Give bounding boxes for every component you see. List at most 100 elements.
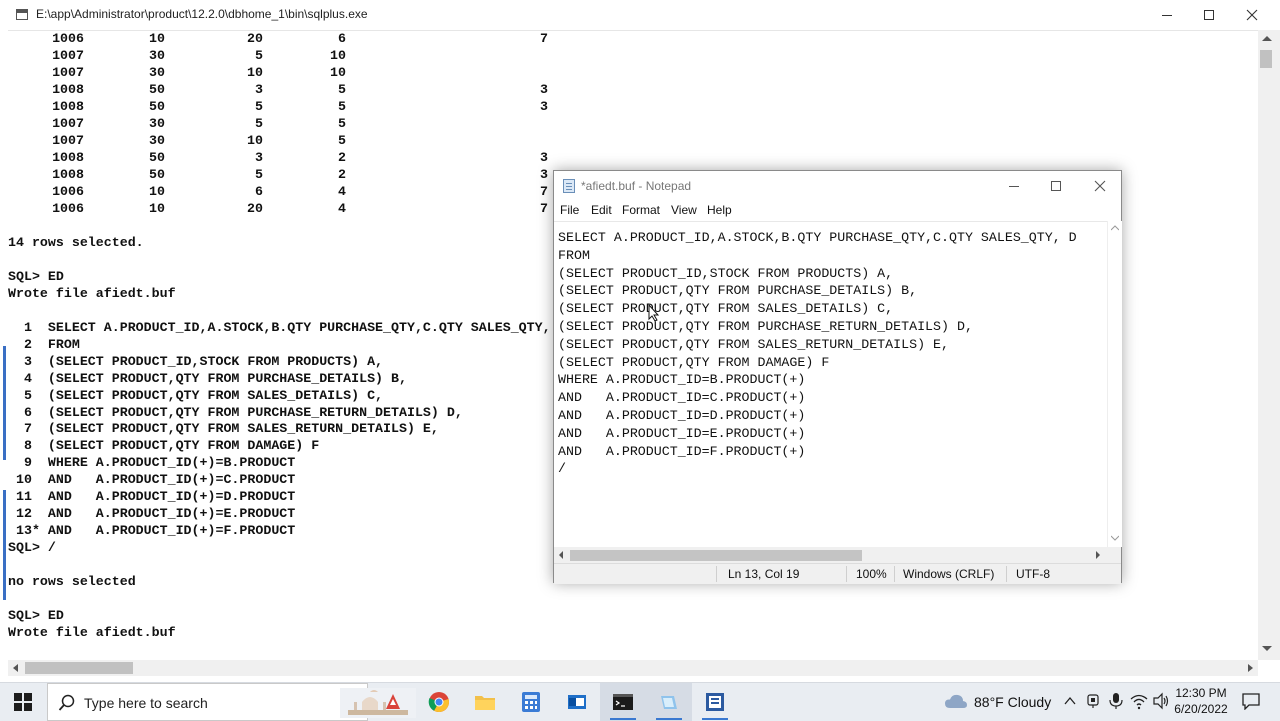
chevron-up-icon[interactable] [1064,696,1076,706]
console-hscroll-thumb[interactable] [25,662,133,674]
table-cell: 10 [330,48,346,63]
scroll-right-arrow-icon[interactable] [1248,664,1253,672]
notepad-titlebar[interactable]: *afiedt.buf - Notepad [554,171,1121,201]
network-status-icon[interactable] [1085,693,1101,709]
menu-edit[interactable]: Edit [591,203,612,217]
system-clock[interactable]: 12:30 PM 6/20/2022 [1172,685,1230,717]
taskbar-app-calculator[interactable] [508,683,554,721]
console-line: SQL> ED [8,607,64,623]
table-cell: 10 [247,65,263,80]
windows-logo-icon [14,693,32,711]
table-row: 1007 30 10 10 [8,64,568,81]
console-horizontal-scrollbar[interactable] [8,660,1258,676]
table-row: 1008 50 3 2 3 [8,149,568,166]
table-row: 1007 30 5 10 [8,47,568,64]
table-cell: 1007 [52,116,84,131]
menu-help[interactable]: Help [707,203,732,217]
start-button[interactable] [0,683,46,721]
clock-time: 12:30 PM [1175,686,1227,700]
console-line: Wrote file afiedt.buf [8,285,176,301]
table-cell: 20 [247,201,263,216]
table-cell: 7 [540,184,548,199]
console-maximize-button[interactable] [1187,0,1231,30]
console-app-icon [16,9,28,20]
notepad-menubar: File Edit Format View Help [554,201,1121,221]
table-cell: 4 [338,201,346,216]
scroll-left-arrow-icon[interactable] [558,551,564,559]
console-line: 10 AND A.PRODUCT_ID(+)=C.PRODUCT [8,472,296,488]
notepad-close-button[interactable] [1078,171,1122,201]
weather-text[interactable]: 88°F Cloudy [974,694,1051,710]
table-cell: 30 [149,65,165,80]
notification-center-icon[interactable] [1241,692,1261,710]
table-cell: 3 [540,150,548,165]
taskbar-app-rocket[interactable] [370,683,416,721]
table-row: 1007 30 5 5 [8,115,568,132]
table-cell: 5 [338,133,346,148]
scroll-right-arrow-icon[interactable] [1095,551,1101,559]
wifi-icon[interactable] [1130,692,1148,710]
search-placeholder: Type here to search [84,695,208,711]
cloud-weather-icon[interactable] [944,692,968,710]
console-line: SQL> ED [8,268,64,284]
notepad-text-line: FROM [558,247,590,263]
taskbar-app-notepad[interactable] [646,683,692,721]
notepad-hscroll-thumb[interactable] [570,550,862,561]
notepad-maximize-button[interactable] [1034,171,1078,201]
calculator-icon [522,692,540,712]
notepad-minimize-button[interactable] [992,171,1036,201]
console-line: 1 SELECT A.PRODUCT_ID,A.STOCK,B.QTY PURC… [8,319,591,335]
notepad-text-line: AND A.PRODUCT_ID=D.PRODUCT(+) [558,408,806,423]
microphone-icon[interactable] [1108,692,1124,710]
scroll-down-arrow-icon[interactable] [1262,646,1272,651]
rocket-app-icon [386,694,400,709]
status-cursor-position: Ln 13, Col 19 [728,567,800,581]
notepad-title: *afiedt.buf - Notepad [581,179,692,193]
console-line: SQL> / [8,540,56,556]
status-separator [1006,566,1007,582]
console-close-button[interactable] [1230,0,1274,30]
notepad-horizontal-scrollbar[interactable] [554,547,1107,563]
console-line: 14 rows selected. [8,235,144,250]
status-separator [846,566,847,582]
table-cell: 50 [149,82,165,97]
console-line: 12 AND A.PRODUCT_ID(+)=E.PRODUCT [8,506,296,522]
chrome-icon [428,692,449,713]
notepad-size-grip[interactable] [1107,547,1121,563]
console-titlebar[interactable]: E:\app\Administrator\product\12.2.0\dbho… [0,0,1280,31]
notepad-text-area[interactable]: / AND A.PRODUCT_ID=F.PRODUCT(+) AND A.PROD… [554,221,1107,548]
console-vscroll-thumb[interactable] [1260,50,1272,68]
scroll-left-arrow-icon[interactable] [13,664,18,672]
table-cell: 30 [149,48,165,63]
taskbar-app-sql-developer[interactable] [692,683,738,721]
taskbar-app-command-prompt[interactable] [600,683,646,721]
table-cell: 3 [540,99,548,114]
taskbar-app-outlook[interactable] [554,683,600,721]
scroll-up-arrow-icon[interactable] [1262,36,1272,41]
console-line: 2 FROM [8,336,80,352]
status-separator [716,566,717,582]
menu-format[interactable]: Format [622,203,660,217]
table-cell: 10 [330,65,346,80]
notepad-text-line: AND A.PRODUCT_ID=E.PRODUCT(+) [558,425,806,441]
speaker-volume-icon[interactable] [1152,692,1170,710]
menu-view[interactable]: View [671,203,697,217]
mail-app-icon [568,695,586,709]
notepad-vertical-scrollbar[interactable] [1107,221,1122,547]
table-row: 1008 50 3 5 3 [8,81,568,98]
notepad-text-line: SELECT A.PRODUCT_ID,A.STOCK,B.QTY PURCHA… [558,230,1077,245]
table-cell: 7 [540,31,548,46]
menu-file[interactable]: File [560,203,579,217]
taskbar-app-chrome[interactable] [416,683,462,721]
scroll-up-arrow-icon[interactable] [1111,225,1119,231]
notepad-app-icon [563,179,575,193]
gutter-marker [3,490,6,600]
console-minimize-button[interactable] [1145,0,1189,30]
table-cell: 1007 [52,65,84,80]
console-vertical-scrollbar[interactable] [1258,30,1280,660]
taskbar-search-box[interactable]: Type here to search [47,683,416,721]
table-cell: 10 [149,201,165,216]
taskbar: Type here to search 88°F Cloudy 12:30 PM… [0,682,1280,721]
taskbar-app-file-explorer[interactable] [462,683,508,721]
scroll-down-arrow-icon[interactable] [1111,535,1119,541]
